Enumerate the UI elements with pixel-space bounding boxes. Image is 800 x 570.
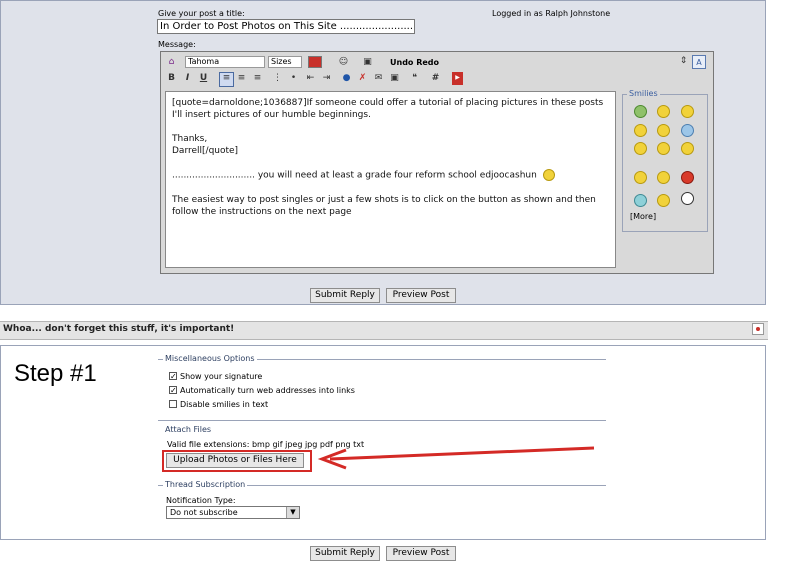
show-signature-checkbox[interactable]: ✓ [169,372,177,381]
options-title: Whoa... don't forget this stuff, it's im… [3,324,235,334]
indent-icon[interactable]: ⇥ [321,73,332,84]
italic-icon[interactable]: I [182,73,193,84]
sad-smiley-icon [542,169,555,181]
disable-smilies-label: Disable smilies in text [180,400,269,409]
smiley-icon[interactable] [634,124,647,137]
collapse-icon[interactable] [752,323,764,335]
smiley-icon[interactable] [657,124,670,137]
message-line-1: [quote=darnoldone;1036887]If someone cou… [172,98,604,108]
align-center-icon[interactable]: ≡ [236,73,247,84]
insert-link-icon[interactable]: ● [341,73,352,84]
message-label: Message: [158,40,196,49]
font-select[interactable]: Tahoma [185,56,265,68]
message-textarea[interactable]: [quote=darnoldone;1036887]If someone cou… [165,91,616,268]
smilies-legend: Smilies [627,89,660,98]
arrow-line [329,446,595,461]
auto-links-label: Automatically turn web addresses into li… [180,386,355,395]
smiley-icon[interactable] [681,171,694,184]
preview-post-button[interactable]: Preview Post [386,288,456,303]
preview-post-button-bottom[interactable]: Preview Post [386,546,456,561]
notification-label: Notification Type: [166,496,236,505]
quote-icon[interactable]: ❝ [409,73,420,84]
notification-select[interactable]: Do not subscribe ▼ [166,506,300,519]
image-icon[interactable]: ▣ [389,73,400,84]
youtube-icon[interactable]: ▶ [452,72,463,85]
step-label: Step #1 [14,360,97,387]
options-panel [0,345,766,540]
format-icon[interactable]: ⌂ [166,57,177,68]
align-left-icon[interactable]: ≡ [219,72,234,87]
smiley-icon[interactable] [634,171,647,184]
message-line-2: I'll insert pictures of our humble begin… [172,110,371,120]
message-line-4: Darrell[/quote] [172,146,239,156]
subscription-legend: Thread Subscription [163,480,248,489]
align-right-icon[interactable]: ≡ [252,73,263,84]
unordered-list-icon[interactable]: • [288,73,299,84]
smiley-icon[interactable] [681,105,694,118]
remove-link-icon[interactable]: ✗ [357,73,368,84]
smiley-icon[interactable] [634,142,647,155]
resize-toggle-icon[interactable]: ⇕ [678,56,689,67]
smiley-icon[interactable] [634,105,647,118]
message-line-6: The easiest way to post singles or just … [172,194,596,205]
arrow-annotation [317,446,595,470]
message-line-5: ............................. you will n… [172,170,537,181]
auto-links-checkbox[interactable]: ✓ [169,386,177,395]
upload-files-button[interactable]: Upload Photos or Files Here [166,453,304,468]
text-color-button[interactable] [308,56,322,68]
ordered-list-icon[interactable]: ⋮ [272,73,283,84]
code-hash-icon[interactable]: # [430,73,441,84]
smiley-icon[interactable] [657,142,670,155]
smiley-icon[interactable] [634,194,647,207]
misc-legend: Miscellaneous Options [163,354,257,363]
show-signature-label: Show your signature [180,372,263,381]
attach-legend: Attach Files [163,425,214,434]
message-line-7: follow the instructions on the next page [172,206,352,217]
message-line-3: Thanks, [172,134,208,144]
title-input[interactable]: In Order to Post Photos on This Site ...… [157,19,415,34]
size-select-value: Sizes [271,57,292,66]
size-select[interactable]: Sizes [268,56,302,68]
undo-redo-button[interactable]: Undo Redo [390,58,439,67]
submit-reply-button-bottom[interactable]: Submit Reply [310,546,380,561]
notification-select-value: Do not subscribe [170,508,238,517]
attach-divider [158,420,606,421]
submit-reply-button[interactable]: Submit Reply [310,288,380,303]
outdent-icon[interactable]: ⇤ [305,73,316,84]
smiley-icon[interactable] [681,192,694,205]
smiley-menu-icon[interactable]: ☺ [338,57,349,68]
smiley-icon[interactable] [681,124,694,137]
smiley-icon[interactable] [657,105,670,118]
title-label: Give your post a title: [158,9,245,18]
underline-icon[interactable]: U [198,73,209,84]
bold-icon[interactable]: B [166,73,177,84]
smiley-icon[interactable] [657,171,670,184]
smiley-icon[interactable] [681,142,694,155]
email-link-icon[interactable]: ✉ [373,73,384,84]
insert-image-icon[interactable]: ▣ [362,57,373,68]
chevron-down-icon[interactable]: ▼ [286,507,299,518]
font-select-value: Tahoma [188,57,220,66]
logged-in-text: Logged in as Ralph Johnstone [492,9,611,18]
disable-smilies-checkbox[interactable] [169,400,177,408]
smilies-more-link[interactable]: [More] [630,212,656,221]
switch-mode-icon[interactable]: A [692,55,706,69]
smiley-icon[interactable] [657,194,670,207]
